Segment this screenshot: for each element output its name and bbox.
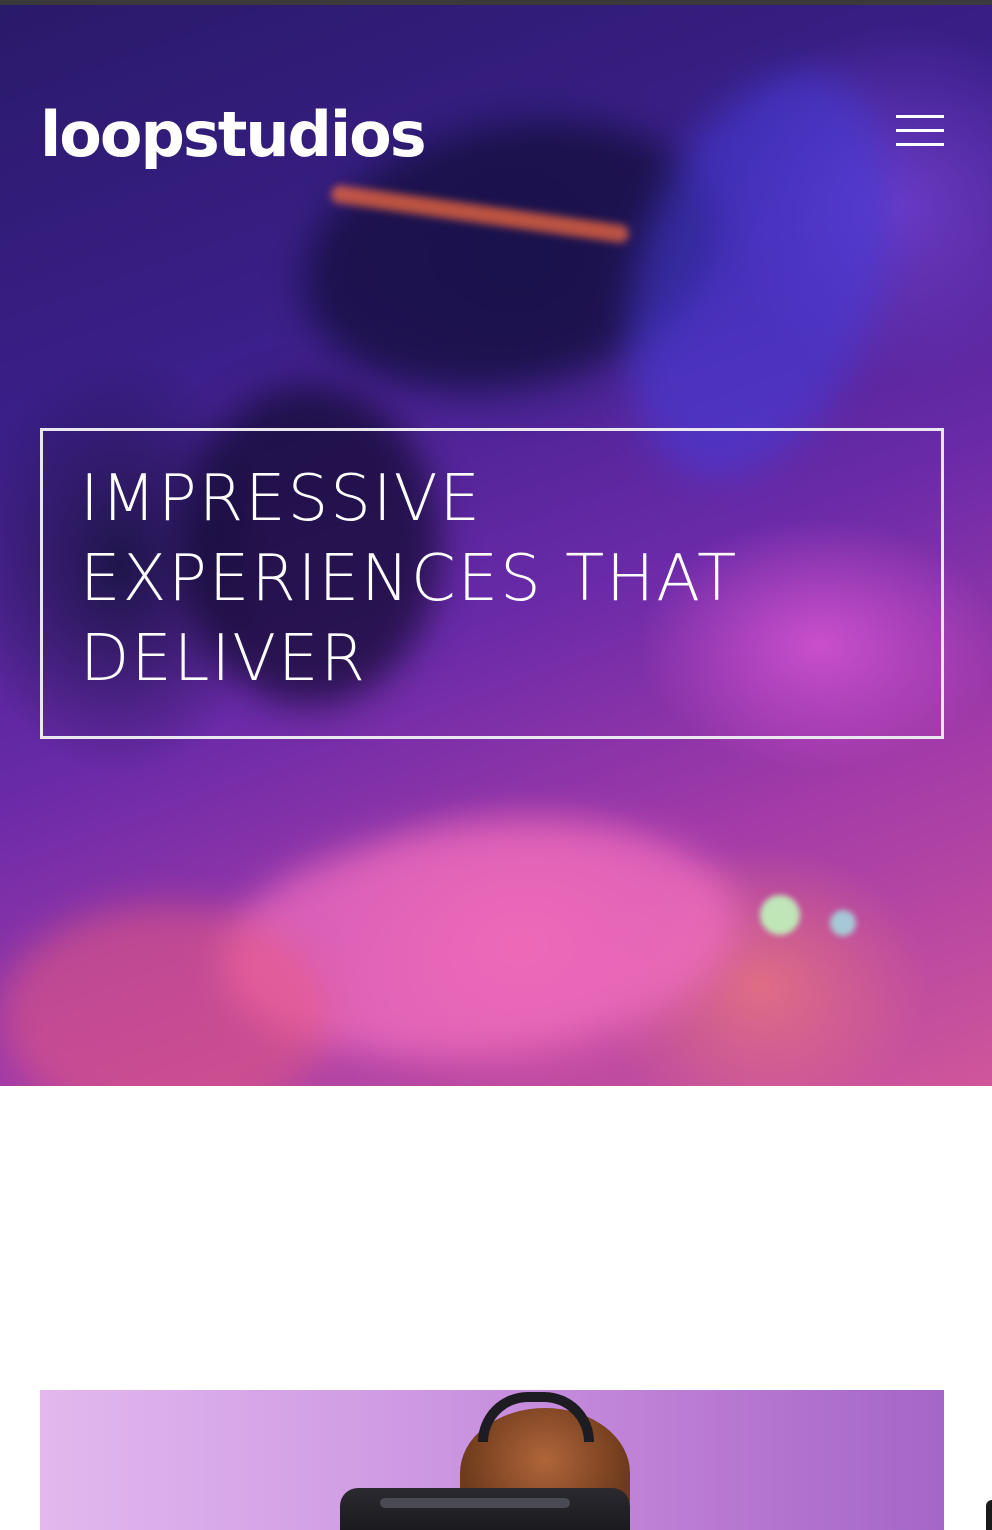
device-edge [986, 1500, 992, 1530]
hero-image-light-dot [760, 895, 800, 935]
hero-headline: Impressive experiences that deliver [80, 462, 739, 696]
image-vr-headset [340, 1488, 630, 1530]
hamburger-menu-icon[interactable] [896, 115, 944, 147]
menu-bar [896, 129, 944, 132]
menu-bar [896, 115, 944, 118]
image-headset-rim [380, 1498, 570, 1508]
hero-image-light-dot [830, 910, 856, 936]
hero-section: loopstudios Impressive experiences that … [0, 5, 992, 1086]
vr-headset-image [40, 1390, 944, 1530]
image-headset-strap [478, 1392, 594, 1442]
site-logo[interactable]: loopstudios [40, 97, 427, 173]
hero-headline-box: Impressive experiences that deliver [40, 428, 944, 739]
menu-bar [896, 143, 944, 146]
